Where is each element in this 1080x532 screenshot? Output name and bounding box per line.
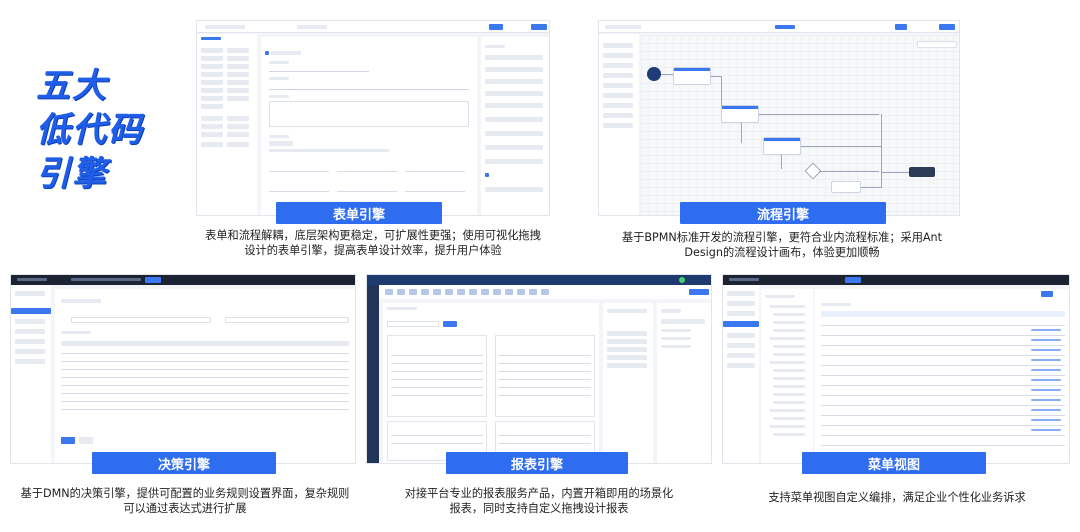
menu-view-screenshot [722, 274, 1070, 464]
flow-engine-screenshot [598, 20, 960, 216]
form-engine-desc: 表单和流程解耦，底层架构更稳定，可扩展性更强；使用可视化拖拽 设计的表单引擎，提… [186, 228, 560, 258]
flow-engine-desc-line-2: Design的流程设计画布，体验更加顺畅 [684, 246, 880, 259]
decision-engine-desc: 基于DMN的决策引擎，提供可配置的业务规则设置界面，复杂规则 可以通过表达式进行… [4, 486, 366, 516]
menu-view-desc: 支持菜单视图自定义编排，满足企业个性化业务诉求 [744, 490, 1050, 505]
hero-title: 五大 低代码 引擎 [36, 64, 166, 196]
hero-line-1: 五大 [36, 66, 108, 106]
report-engine-desc-line-2: 报表，同时支持自定义拖拽设计报表 [449, 502, 629, 515]
form-engine-desc-line-2: 设计的表单引擎，提高表单设计效率，提升用户体验 [244, 244, 502, 257]
report-engine-screenshot [366, 274, 712, 464]
decision-engine-label: 决策引擎 [92, 452, 276, 474]
form-engine-desc-line-1: 表单和流程解耦，底层架构更稳定，可扩展性更强；使用可视化拖拽 [205, 229, 541, 242]
form-engine-label: 表单引擎 [276, 202, 442, 224]
form-engine-screenshot [196, 20, 550, 216]
decision-engine-desc-line-2: 可以通过表达式进行扩展 [123, 502, 247, 515]
menu-view-desc-line-1: 支持菜单视图自定义编排，满足企业个性化业务诉求 [768, 491, 1026, 504]
report-engine-desc-line-1: 对接平台专业的报表服务产品，内置开箱即用的场景化 [404, 487, 674, 500]
decision-engine-desc-line-1: 基于DMN的决策引擎，提供可配置的业务规则设置界面，复杂规则 [20, 487, 350, 500]
report-engine-desc: 对接平台专业的报表服务产品，内置开箱即用的场景化 报表，同时支持自定义拖拽设计报… [392, 486, 686, 516]
hero-line-3: 引擎 [36, 154, 108, 194]
hero-line-2: 低代码 [36, 110, 144, 150]
decision-engine-screenshot [10, 274, 356, 464]
report-engine-label: 报表引擎 [446, 452, 628, 474]
flow-engine-desc-line-1: 基于BPMN标准开发的流程引擎，更符合业内流程标准；采用Ant [621, 231, 943, 244]
flow-engine-label: 流程引擎 [680, 202, 886, 224]
menu-view-label: 菜单视图 [802, 452, 986, 474]
flow-engine-desc: 基于BPMN标准开发的流程引擎，更符合业内流程标准；采用Ant Design的流… [592, 230, 972, 260]
